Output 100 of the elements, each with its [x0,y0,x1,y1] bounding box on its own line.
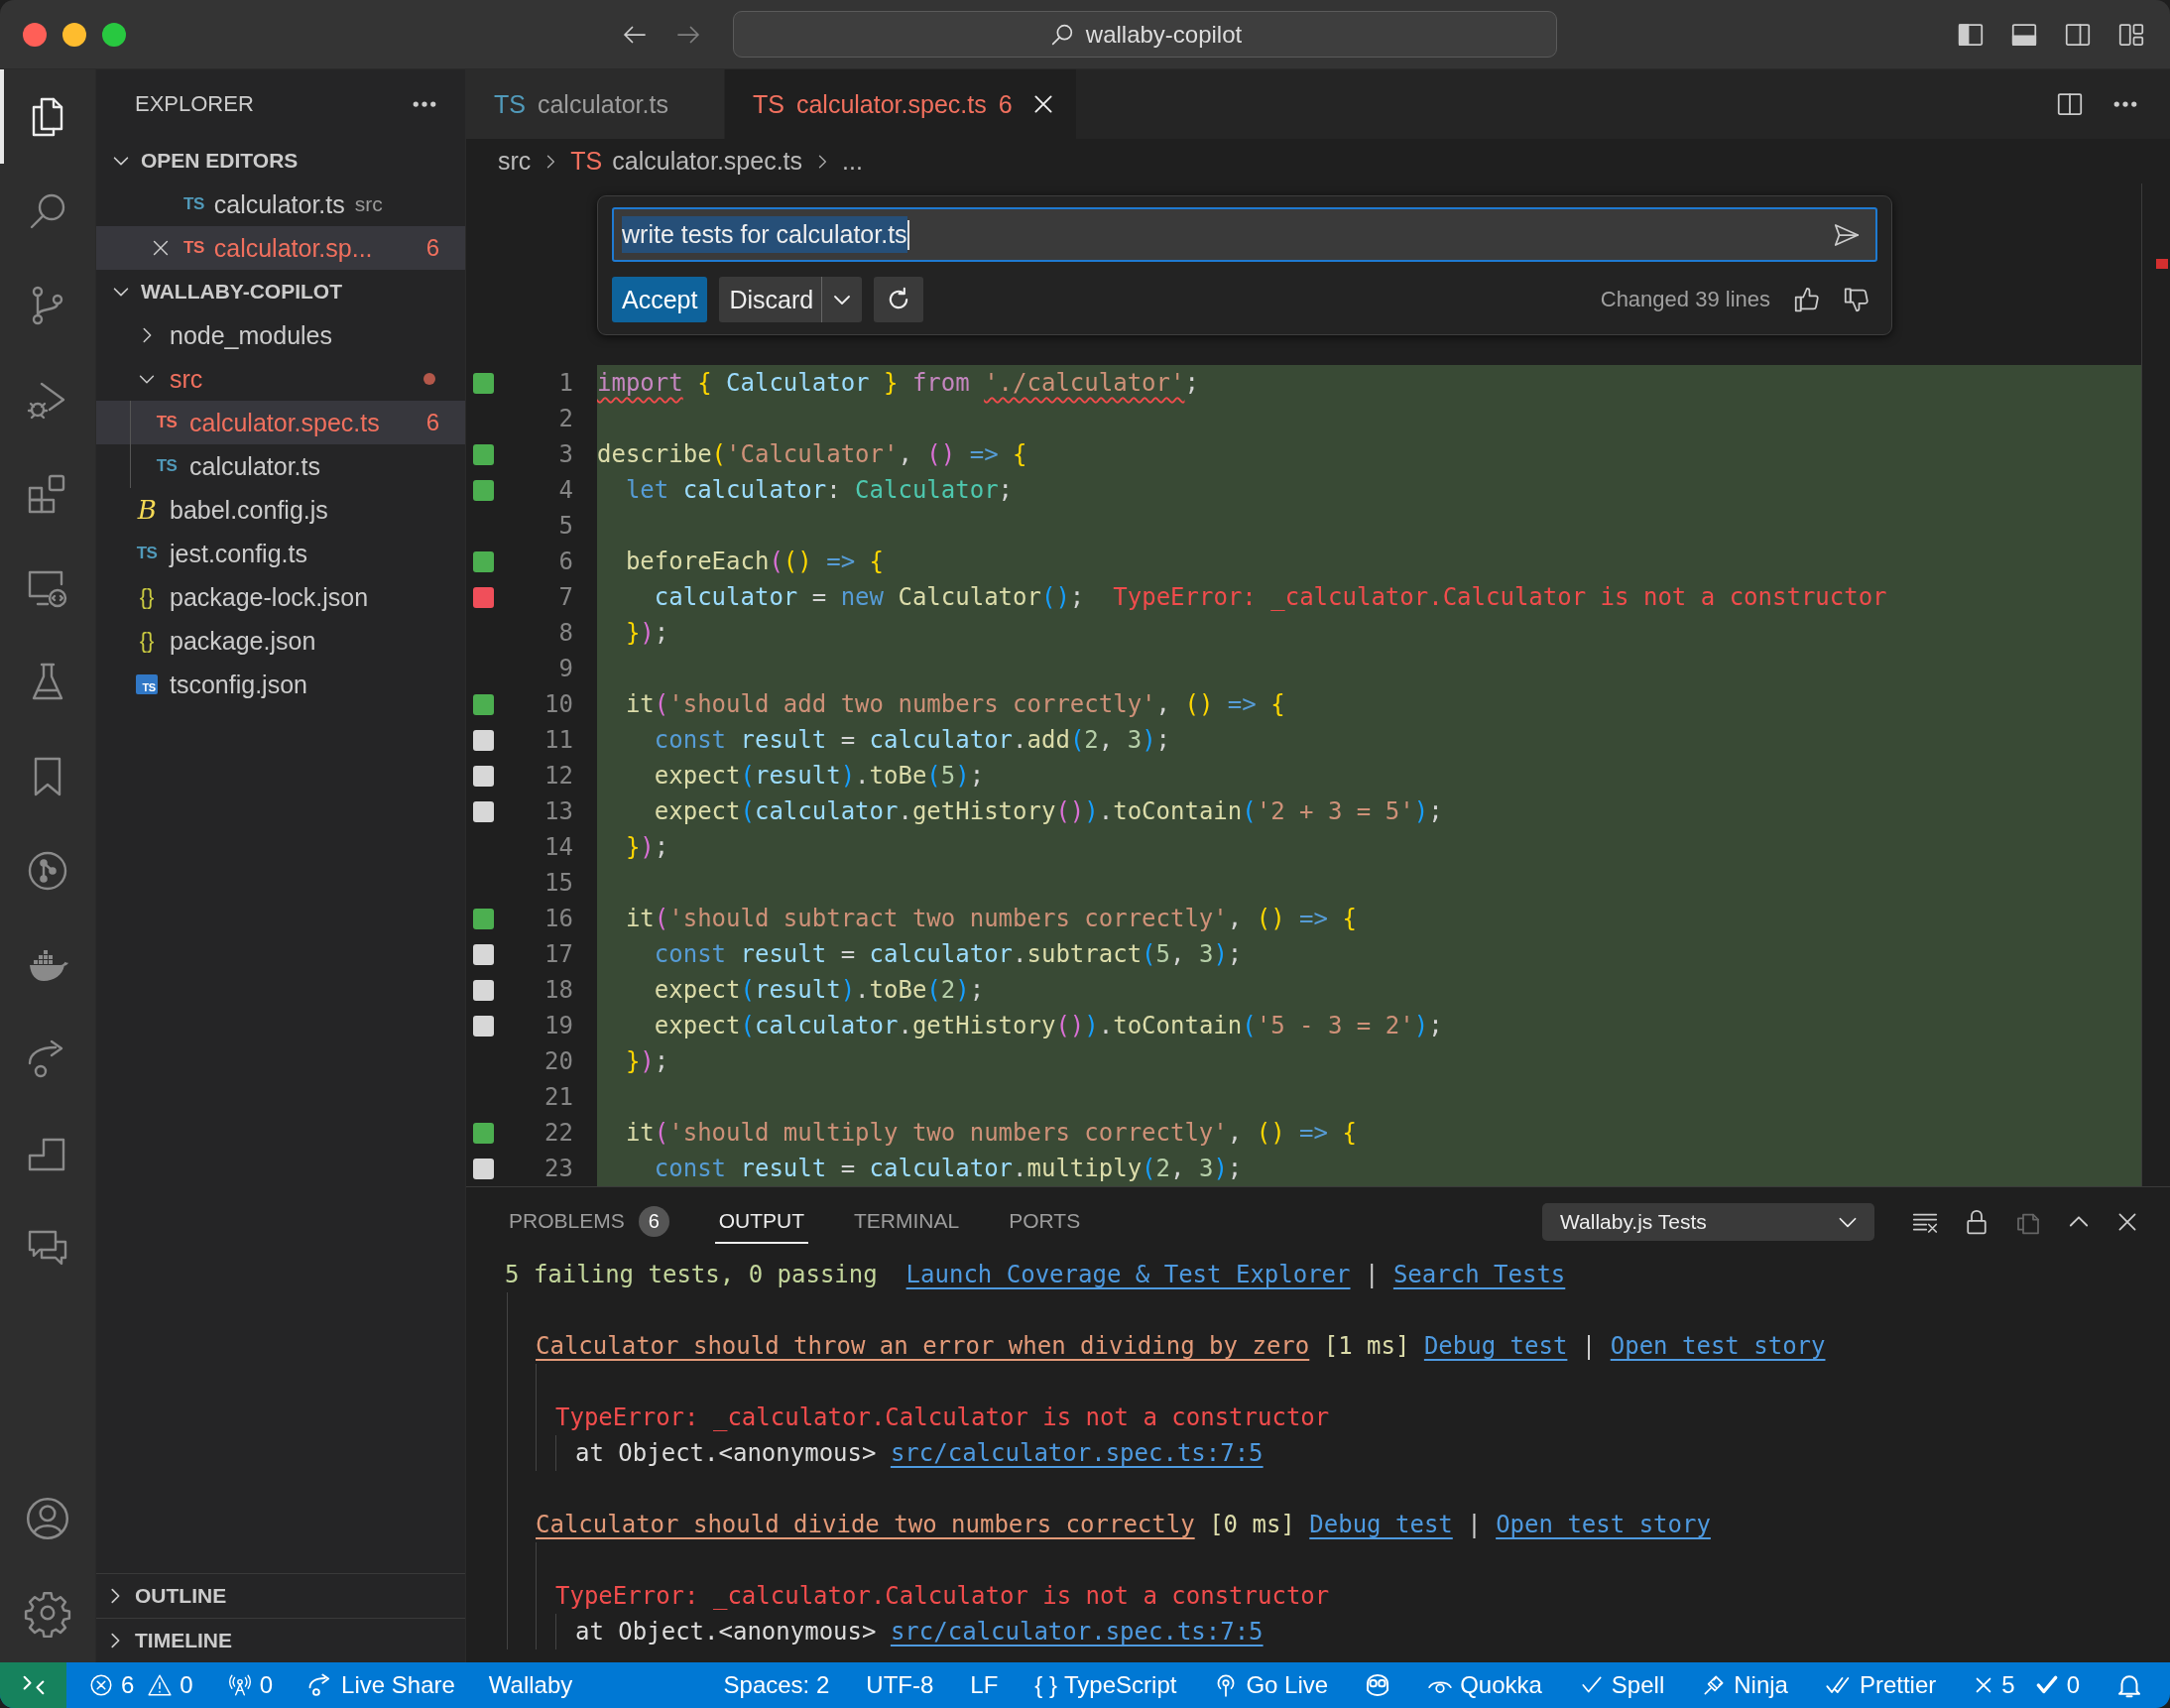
link[interactable]: Launch Coverage & Test Explorer [905,1261,1351,1288]
accept-button[interactable]: Accept [612,277,708,322]
stack-frame: at Object.<anonymous> [575,1618,877,1646]
stack-frame: at Object.<anonymous> [575,1439,877,1467]
link[interactable]: Open test story [1496,1511,1711,1538]
line-number: 5 [557,512,574,540]
file-type-icon: TS [570,147,603,176]
file-type-icon: B [137,495,157,525]
dropdown-button[interactable] [821,277,863,322]
line-number: 18 [543,976,574,1004]
file-type-icon: TS [156,456,178,476]
file-item[interactable]: {} package-lock.json [96,575,465,619]
status-item[interactable]: Spaces: 2 [721,1662,832,1708]
file-type-icon: {} [139,584,155,610]
code-line: beforeEach(() => { [624,548,884,575]
line-number: 16 [543,905,574,932]
file-type-icon: TS [136,544,158,563]
prettier-status[interactable]: Prettier [1822,1662,1939,1708]
code-line: const result = calculator.add(2, 3); [653,726,1171,754]
ports-status[interactable]: 0 [224,1662,276,1708]
line-number: 3 [557,440,574,468]
warning-icon [147,1672,174,1698]
test-results-status[interactable]: 5 0 [1971,1662,2082,1708]
spell-status[interactable]: Spell [1576,1662,1667,1708]
link[interactable]: Open test story [1610,1332,1826,1360]
file-type-icon: TS [183,238,204,258]
file-item[interactable]: {} package.json [96,619,465,663]
code-line: it('should add two numbers correctly', () => { [624,690,1285,718]
section-header[interactable]: OPEN EDITORS [96,139,465,183]
go-live-button[interactable]: Go Live [1211,1662,1331,1708]
command-center-search[interactable]: wallaby-copilot [733,11,1557,58]
folder-item[interactable]: node_modules [96,313,465,357]
file-item[interactable]: TS calculator.ts [96,444,465,488]
file-type-icon: TS [183,194,204,214]
link[interactable]: Debug test [1423,1332,1568,1360]
line-number: 23 [543,1155,574,1182]
sidebar-title: EXPLORER [135,91,254,117]
test-summary: 5 failing tests, 0 passing [505,1261,878,1288]
ninja-status[interactable]: Ninja [1699,1662,1790,1708]
code-line: }); [624,1047,669,1075]
language-status[interactable]: { } TypeScript [1032,1662,1179,1708]
code-line: const result = calculator.multiply(2, 3); [653,1155,1243,1182]
regenerate-button[interactable] [874,277,924,322]
editor-tab[interactable]: TS calculator.ts [466,69,725,139]
file-item[interactable]: B babel.config.js [96,488,465,532]
section-header[interactable]: OUTLINE [96,1573,465,1618]
prompt-field[interactable]: write tests for calculator.ts [612,207,1877,262]
status-item[interactable]: Wallaby [486,1662,575,1708]
line-number: 7 [557,583,574,611]
code-line: it('should subtract two numbers correctly', () => { [624,905,1357,932]
line-number: 13 [543,797,574,825]
folder-item[interactable]: src [96,357,465,401]
panel-tab[interactable]: OUTPUT [714,1200,809,1244]
failing-test-name[interactable]: Calculator should divide two numbers correctly [536,1511,1195,1538]
remote-button[interactable] [0,1662,66,1708]
file-type-icon: TS [494,89,526,119]
problems-status[interactable]: 6 0 [86,1662,195,1708]
line-number: 1 [557,369,574,397]
output-channel-dropdown[interactable]: Wallaby.js Tests [1542,1203,1874,1241]
file-type-icon: {} [139,628,155,654]
code-line: expect(calculator.getHistory()).toContain('2 + 3 = 5'); [653,797,1443,825]
panel-tab[interactable]: TERMINAL [850,1200,964,1244]
section-header[interactable]: WALLABY-COPILOT [96,270,465,313]
live-share-button[interactable]: Live Share [304,1662,457,1708]
minimize-window-button[interactable] [62,22,86,47]
link[interactable]: Debug test [1309,1511,1453,1538]
code-line: let calculator: Calculator; [624,476,1014,504]
editor-tab[interactable]: TS calculator.spec.ts 6 [724,69,1077,139]
link[interactable]: Search Tests [1392,1261,1566,1288]
file-location-link[interactable]: src/calculator.spec.ts:7:5 [890,1618,1264,1646]
line-number: 19 [543,1012,574,1039]
panel-tab[interactable]: PROBLEMS 6 [505,1200,673,1244]
breadcrumb-item[interactable]: TS calculator.spec.ts [570,147,803,176]
thumbs-up-icon[interactable] [1792,285,1822,314]
breadcrumb-item[interactable]: src [498,147,532,176]
line-number: 22 [543,1119,574,1147]
test-duration: [1 ms] [1323,1332,1410,1360]
open-editor-item[interactable]: TS calculator.sp... 6 [96,226,465,270]
file-type-icon: TS [752,89,784,119]
status-item[interactable]: UTF-8 [864,1662,936,1708]
file-item[interactable]: TS tsconfig.json [96,663,465,706]
breadcrumb-item[interactable]: ... [842,147,863,176]
zoom-window-button[interactable] [102,22,126,47]
line-number: 4 [557,476,574,504]
status-item[interactable]: LF [968,1662,1001,1708]
open-editor-item[interactable]: TS calculator.ts src [96,183,465,226]
discard-button[interactable]: Discard [719,277,822,322]
line-number: 17 [543,940,574,968]
quokka-status[interactable]: Quokka [1425,1662,1544,1708]
close-window-button[interactable] [23,22,47,47]
code-line: describe('Calculator', () => { [597,440,1027,468]
file-location-link[interactable]: src/calculator.spec.ts:7:5 [890,1439,1264,1467]
failing-test-name[interactable]: Calculator should throw an error when dividing by zero [536,1332,1310,1360]
file-type-icon: TS [136,674,158,694]
line-number: 10 [543,690,574,718]
file-item[interactable]: TS calculator.spec.ts 6 [96,401,465,444]
panel-tab[interactable]: PORTS [1005,1200,1085,1244]
code-line: }); [624,833,669,861]
file-item[interactable]: TS jest.config.ts [96,532,465,575]
code-line: expect(calculator.getHistory()).toContain('5 - 3 = 2'); [653,1012,1443,1039]
